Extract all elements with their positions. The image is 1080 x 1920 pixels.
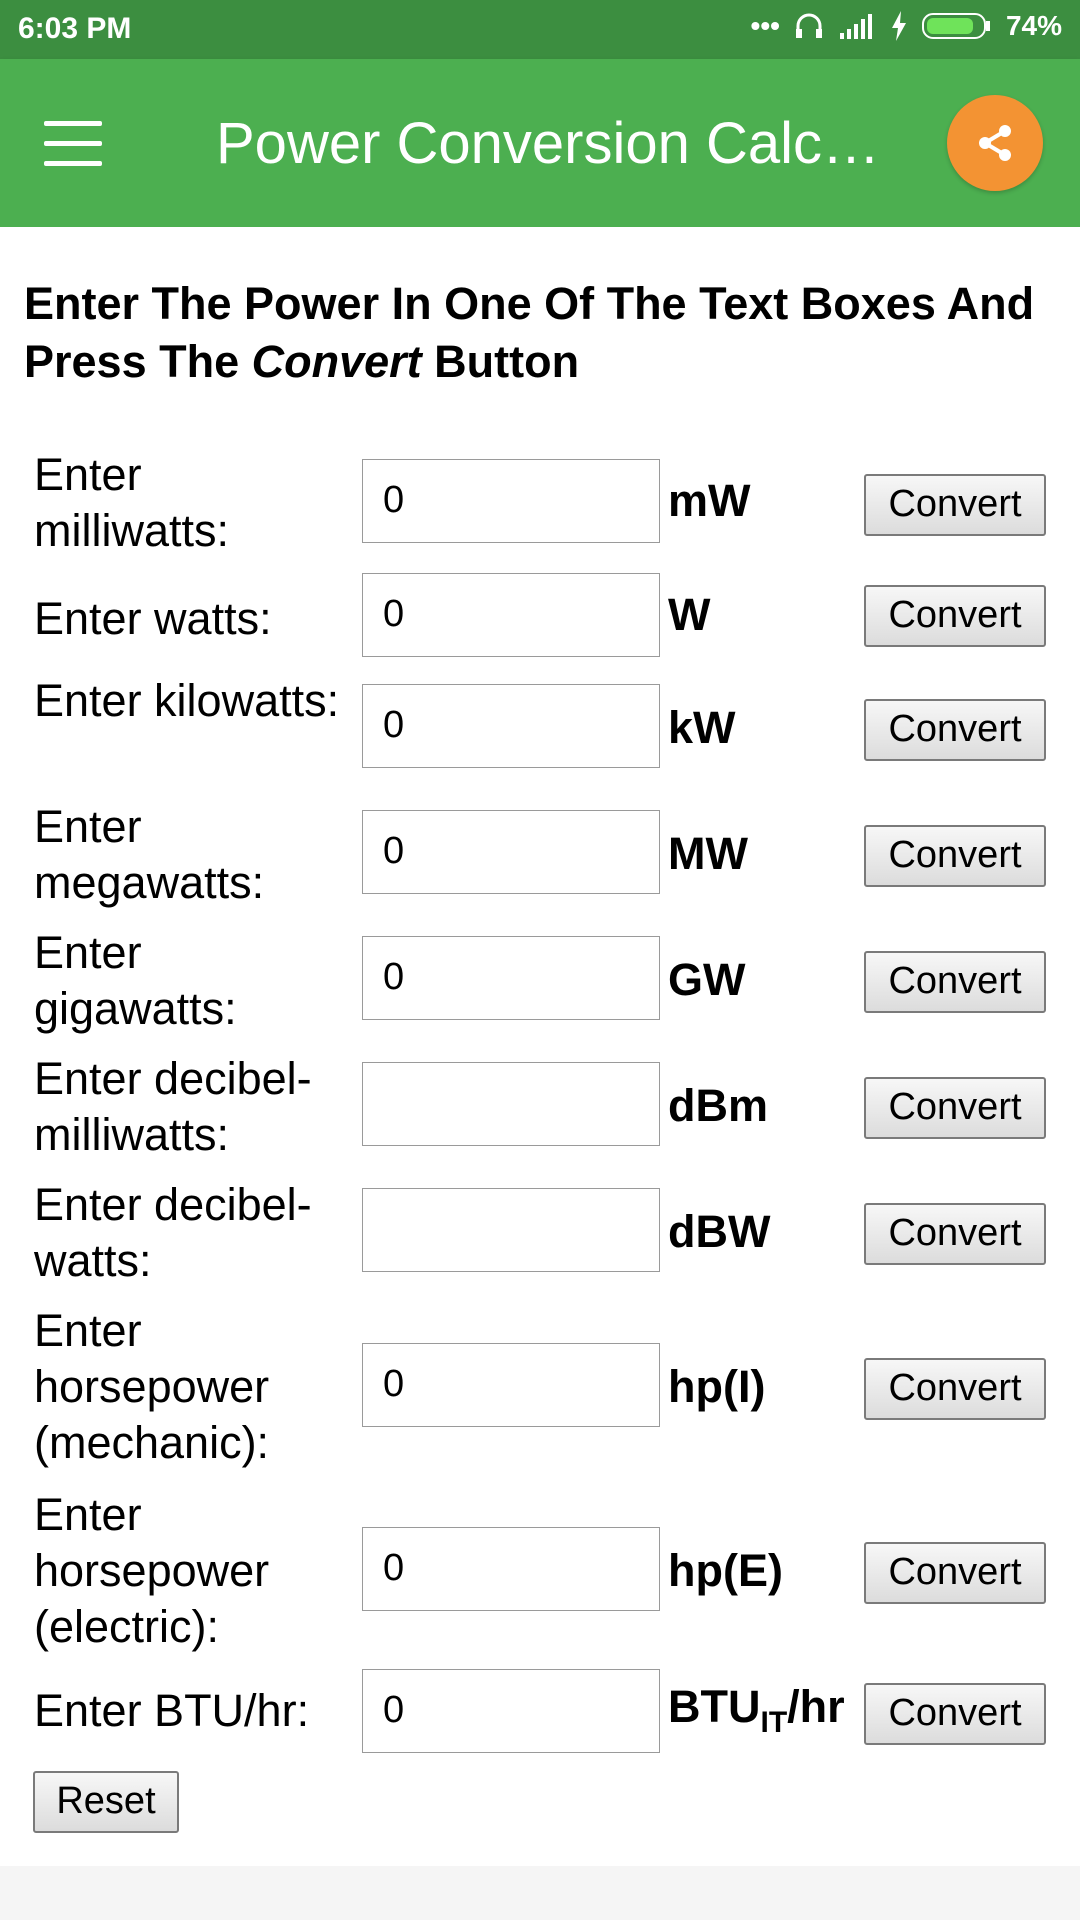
- gigawatts-label: Enter gigawatts:: [34, 927, 237, 1034]
- convert-milliwatts-button[interactable]: Convert: [864, 474, 1046, 536]
- converter-form: Enter The Power In One Of The Text Boxes…: [0, 227, 1080, 1866]
- charging-bolt-icon: [891, 11, 906, 41]
- convert-hp-mechanic-button[interactable]: Convert: [864, 1358, 1046, 1420]
- watts-input[interactable]: 0: [362, 573, 660, 657]
- dbm-label: Enter decibel-milliwatts:: [34, 1053, 312, 1160]
- btu-unit: BTUIT/hr: [668, 1681, 845, 1739]
- watts-label: Enter watts:: [34, 593, 272, 644]
- gigawatts-input[interactable]: 0: [362, 936, 660, 1020]
- hp-mechanic-unit: hp(I): [668, 1361, 766, 1412]
- gigawatts-unit: GW: [668, 954, 746, 1005]
- megawatts-label: Enter megawatts:: [34, 801, 265, 908]
- dbw-unit: dBW: [668, 1206, 771, 1257]
- convert-dbm-button[interactable]: Convert: [864, 1077, 1046, 1139]
- app-title: Power Conversion Calc…: [216, 111, 876, 176]
- convert-kilowatts-button[interactable]: Convert: [864, 699, 1046, 761]
- dbw-label: Enter decibel-watts:: [34, 1179, 312, 1286]
- megawatts-unit: MW: [668, 828, 748, 879]
- signal-icon: [839, 14, 872, 39]
- dbw-input[interactable]: [362, 1188, 660, 1272]
- app-bar: Power Conversion Calc…: [0, 59, 1080, 227]
- dbm-unit: dBm: [668, 1080, 768, 1131]
- hp-electric-unit: hp(E): [668, 1545, 783, 1596]
- battery-icon: [921, 13, 990, 39]
- milliwatts-input[interactable]: 0: [362, 459, 660, 543]
- btu-input[interactable]: 0: [362, 1669, 660, 1753]
- kilowatts-label: Enter kilowatts:: [34, 675, 340, 726]
- share-button[interactable]: [947, 95, 1043, 191]
- convert-dbw-button[interactable]: Convert: [864, 1203, 1046, 1265]
- hamburger-menu-icon[interactable]: [44, 121, 124, 181]
- convert-gigawatts-button[interactable]: Convert: [864, 951, 1046, 1013]
- convert-megawatts-button[interactable]: Convert: [864, 825, 1046, 887]
- status-time: 6:03 PM: [18, 12, 132, 45]
- hp-electric-input[interactable]: 0: [362, 1527, 660, 1611]
- hp-electric-label: Enter horsepower (electric):: [34, 1489, 270, 1652]
- kilowatts-unit: kW: [668, 702, 736, 753]
- hp-mechanic-label: Enter horsepower (mechanic):: [34, 1305, 270, 1468]
- watts-unit: W: [668, 589, 711, 640]
- share-icon: [979, 125, 1011, 161]
- hp-mechanic-input[interactable]: 0: [362, 1343, 660, 1427]
- milliwatts-unit: mW: [668, 475, 751, 526]
- reset-button[interactable]: Reset: [33, 1771, 179, 1833]
- status-bar: 6:03 PM ••• 74%: [0, 0, 1080, 59]
- instructions: Enter The Power In One Of The Text Boxes…: [24, 278, 1035, 387]
- megawatts-input[interactable]: 0: [362, 810, 660, 894]
- more-dots-icon: •••: [750, 10, 780, 41]
- dbm-input[interactable]: [362, 1062, 660, 1146]
- battery-percent: 74%: [1005, 10, 1062, 41]
- milliwatts-label: Enter milliwatts:: [34, 449, 230, 556]
- status-icons: ••• 74%: [751, 10, 1062, 42]
- kilowatts-input[interactable]: 0: [362, 684, 660, 768]
- bottom-strip: [0, 1866, 1080, 1920]
- convert-hp-electric-button[interactable]: Convert: [864, 1542, 1046, 1604]
- btu-label: Enter BTU/hr:: [34, 1685, 310, 1736]
- convert-btu-button[interactable]: Convert: [864, 1683, 1046, 1745]
- convert-watts-button[interactable]: Convert: [864, 585, 1046, 647]
- headphones-icon: [795, 13, 822, 38]
